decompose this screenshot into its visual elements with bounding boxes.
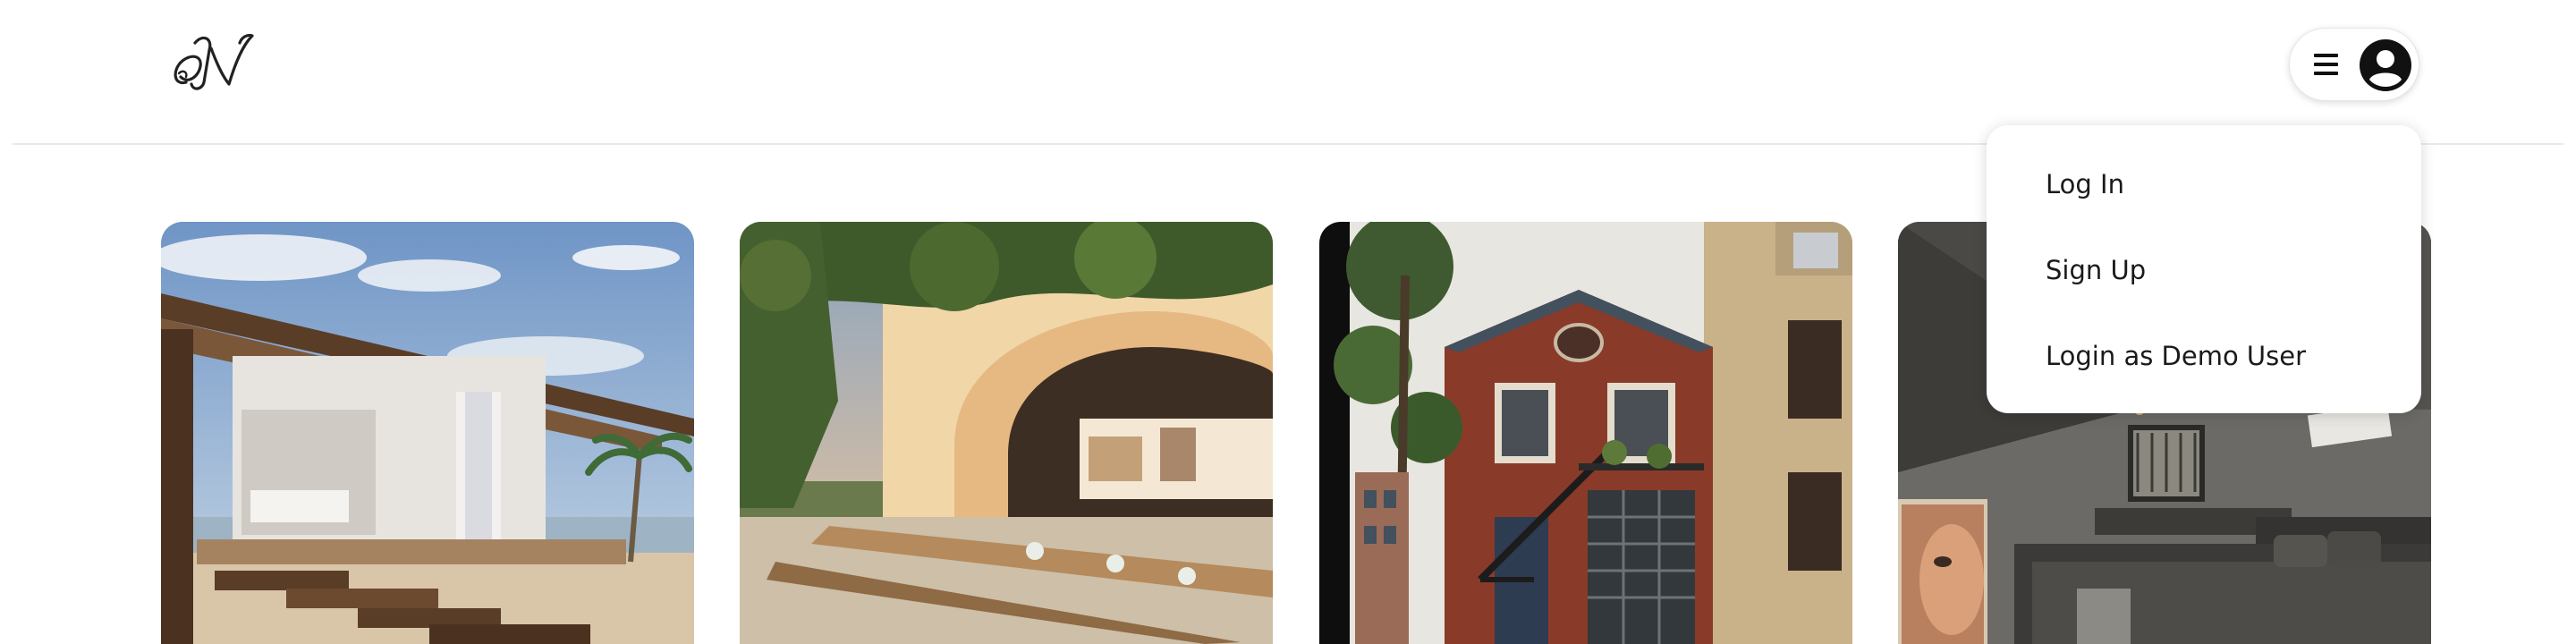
listing-card-3[interactable] <box>1319 222 1852 644</box>
beach-pavilion-photo <box>161 222 694 644</box>
arched-terrace-dining-photo <box>740 222 1273 644</box>
hamburger-menu-icon <box>2314 52 2338 77</box>
brick-carriage-house-photo <box>1319 222 1852 644</box>
user-dropdown-menu: Log In Sign Up Login as Demo User <box>1987 125 2421 413</box>
signup-link[interactable]: Sign Up <box>2046 249 2146 292</box>
brand-logo[interactable] <box>166 30 259 98</box>
listing-card-1[interactable] <box>161 222 694 644</box>
user-avatar-icon <box>2359 38 2412 92</box>
listing-card-2[interactable] <box>740 222 1273 644</box>
user-menu-button[interactable] <box>2289 28 2419 101</box>
top-header <box>0 0 2576 143</box>
login-link[interactable]: Log In <box>2046 163 2124 206</box>
demo-login-link[interactable]: Login as Demo User <box>2046 335 2306 377</box>
